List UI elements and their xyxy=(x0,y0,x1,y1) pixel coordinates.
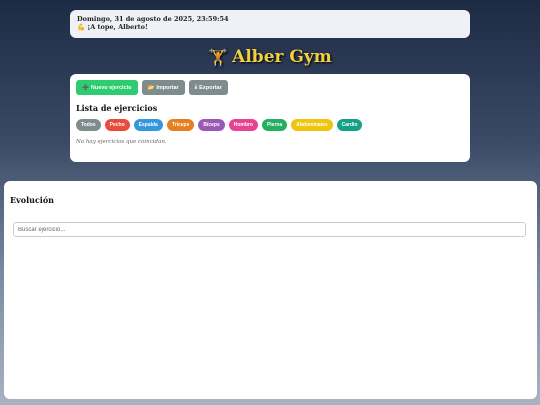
filter-chips: Todos Pecho Espalda Tríceps Bíceps Hombr… xyxy=(76,119,464,131)
filter-chip-pecho[interactable]: Pecho xyxy=(104,119,130,131)
exercise-search-input[interactable] xyxy=(13,222,526,237)
greeting-text: ¡A tope, Alberto! xyxy=(87,23,148,31)
filter-chip-abdominales[interactable]: Abdominales xyxy=(291,119,333,131)
filter-chip-cardio[interactable]: Cardio xyxy=(336,119,363,131)
filter-chip-pierna[interactable]: Pierna xyxy=(261,119,288,131)
filter-chip-hombro[interactable]: Hombro xyxy=(228,119,258,131)
download-icon: ⤓ xyxy=(194,84,198,90)
app-header: 🏋 Alber Gym xyxy=(0,45,540,69)
filter-chip-biceps[interactable]: Bíceps xyxy=(198,119,225,131)
filter-chip-espalda[interactable]: Espalda xyxy=(133,119,163,131)
new-exercise-label: Nuevo ejercicio xyxy=(90,84,132,91)
empty-list-message: No hay ejercicios que coincidan. xyxy=(76,139,167,145)
import-button[interactable]: 📂 Importar xyxy=(141,80,185,95)
greeting-message: 💪 ¡A tope, Alberto! xyxy=(77,23,463,31)
toolbar: ➕ Nuevo ejercicio 📂 Importar ⤓ Exportar xyxy=(76,80,464,95)
weightlifter-icon: 🏋 xyxy=(208,47,229,67)
list-title: Lista de ejercicios xyxy=(76,103,158,113)
evolution-panel: Evolución xyxy=(4,181,537,399)
greeting-banner: Domingo, 31 de agosto de 2025, 23:59:54 … xyxy=(70,10,470,38)
plus-icon: ➕ xyxy=(82,84,89,91)
filter-chip-todos[interactable]: Todos xyxy=(76,119,101,131)
import-label: Importar xyxy=(156,84,179,91)
folder-icon: 📂 xyxy=(147,84,155,91)
current-date: Domingo, 31 de agosto de 2025, 23:59:54 xyxy=(77,15,229,23)
flexed-bicep-icon: 💪 xyxy=(77,23,86,31)
export-label: Exportar xyxy=(199,84,222,91)
filter-chip-triceps[interactable]: Tríceps xyxy=(166,119,195,131)
evolution-title: Evolución xyxy=(10,195,54,205)
app-title: Alber Gym xyxy=(232,47,332,67)
export-button[interactable]: ⤓ Exportar xyxy=(188,80,228,95)
exercise-list-card: ➕ Nuevo ejercicio 📂 Importar ⤓ Exportar … xyxy=(70,74,470,162)
new-exercise-button[interactable]: ➕ Nuevo ejercicio xyxy=(76,80,138,95)
